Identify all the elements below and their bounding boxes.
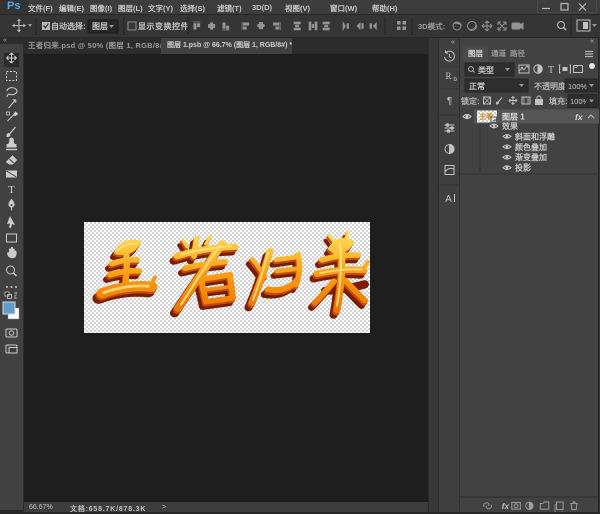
svg-text:100%: 100% xyxy=(568,82,588,91)
svg-text:fx: fx xyxy=(502,502,510,511)
svg-text:渐变叠加: 渐变叠加 xyxy=(515,152,547,162)
svg-text:自动选择:: 自动选择: xyxy=(51,21,86,31)
svg-text:显示变换控件: 显示变换控件 xyxy=(138,21,189,31)
svg-text:fx: fx xyxy=(575,112,584,122)
svg-text:«: « xyxy=(451,39,455,46)
svg-text:颜色叠加: 颜色叠加 xyxy=(515,142,547,152)
svg-text:3D模式:: 3D模式: xyxy=(418,21,445,31)
svg-text:斜面和浮雕: 斜面和浮雕 xyxy=(514,131,555,141)
svg-text:不透明度:: 不透明度: xyxy=(534,81,569,91)
svg-text:填充:: 填充: xyxy=(549,96,568,106)
svg-text:效果: 效果 xyxy=(502,121,518,131)
svg-text:R: R xyxy=(445,71,451,81)
svg-text:A: A xyxy=(445,194,452,205)
svg-text:类型: 类型 xyxy=(478,65,494,75)
svg-text:b: b xyxy=(454,77,458,83)
svg-text:图层 1: 图层 1 xyxy=(502,113,525,122)
svg-text:锁定:: 锁定: xyxy=(461,96,480,106)
svg-text:图层: 图层 xyxy=(92,22,108,31)
svg-text:投影: 投影 xyxy=(515,163,531,173)
svg-text:T: T xyxy=(548,65,554,76)
svg-text:T: T xyxy=(8,184,15,196)
svg-text:正常: 正常 xyxy=(469,81,485,91)
svg-text:¶: ¶ xyxy=(447,96,452,107)
